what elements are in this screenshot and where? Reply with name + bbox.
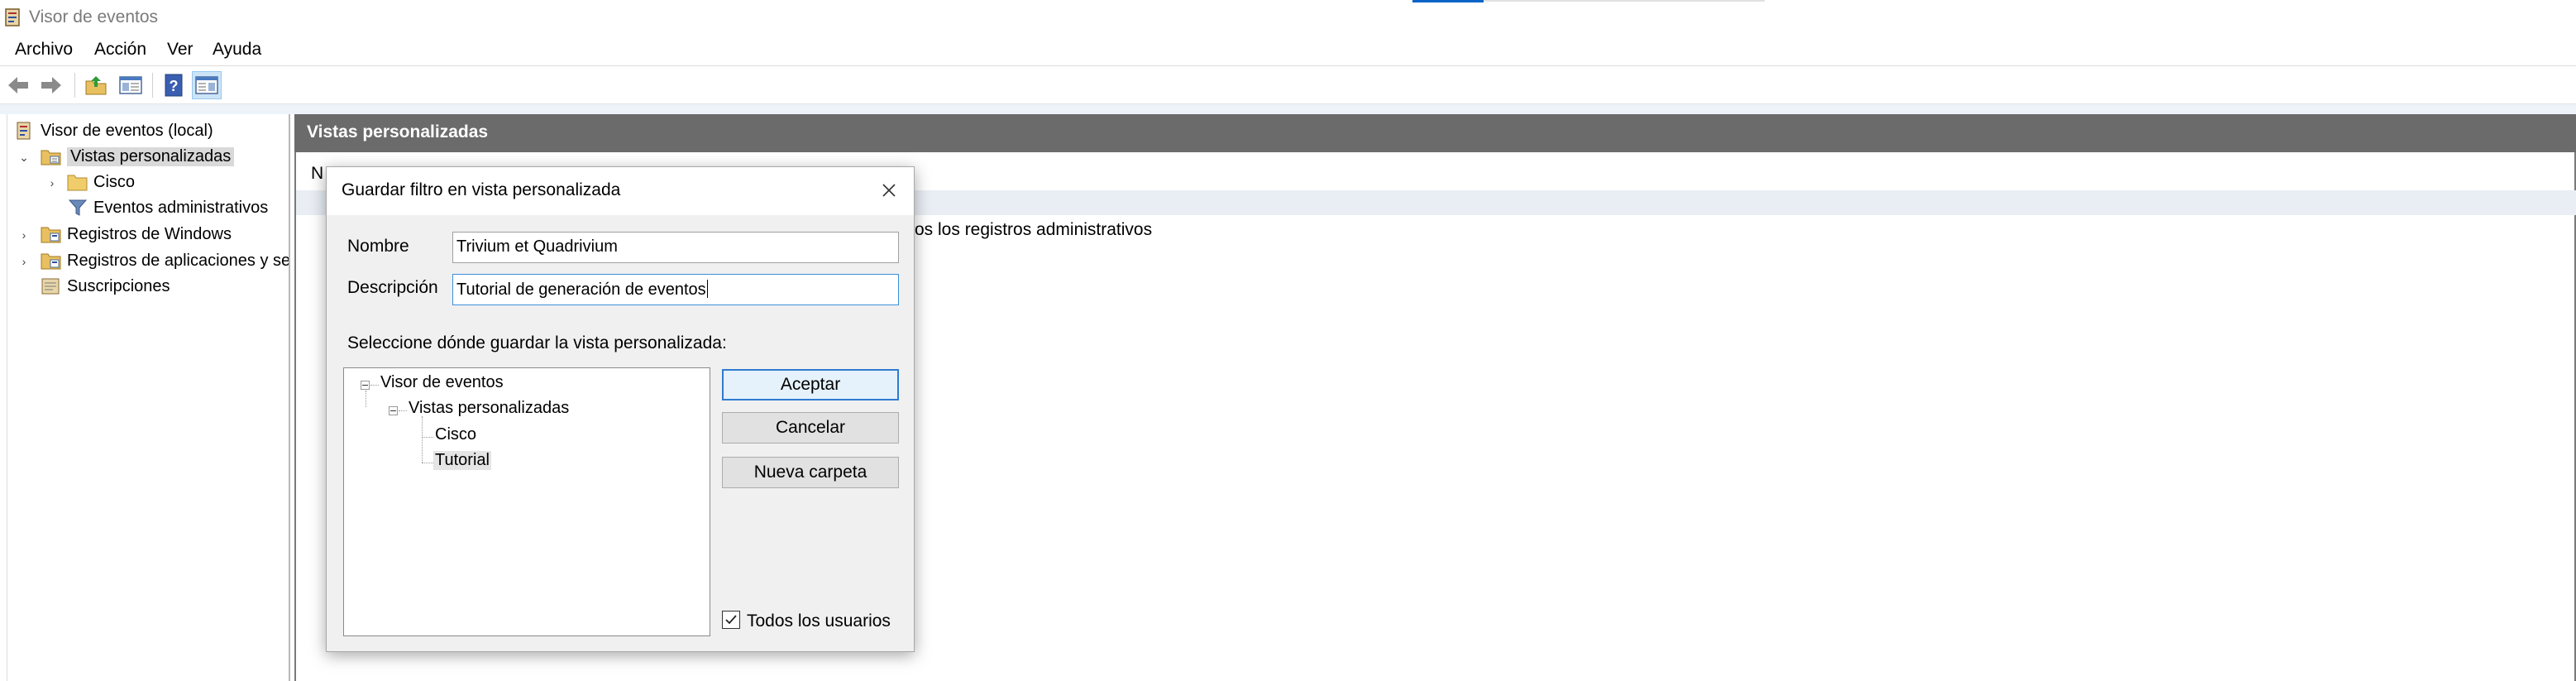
name-label: Nombre [347, 237, 409, 256]
all-users-label: Todos los usuarios [747, 611, 891, 631]
column-header[interactable]: N [311, 164, 323, 184]
title-bar: Visor de eventos [0, 0, 2576, 35]
subscriptions-icon [41, 276, 62, 296]
tree-connector [422, 437, 433, 438]
all-users-checkbox[interactable] [722, 611, 740, 629]
taskbar-accent [1412, 0, 1484, 2]
tree-item-eventos-administrativos[interactable]: Eventos administrativos [67, 195, 268, 220]
filter-icon [67, 198, 88, 218]
collapse-icon[interactable] [389, 406, 398, 415]
collapse-icon[interactable] [361, 381, 370, 390]
tree-item-label: Vistas personalizadas [67, 146, 235, 166]
folder-icon [67, 172, 88, 192]
location-tree-cisco[interactable]: Cisco [435, 425, 476, 444]
list-item-description[interactable]: os los registros administrativos [915, 220, 1152, 240]
location-tree-vistas-personalizadas[interactable]: Vistas personalizadas [409, 399, 569, 418]
toolbar-band [0, 104, 2576, 114]
menu-archivo[interactable]: Archivo [15, 40, 73, 60]
custom-views-folder-icon [41, 146, 62, 166]
tree-item-suscripciones[interactable]: Suscripciones [41, 274, 170, 299]
close-icon[interactable] [876, 177, 902, 204]
menu-ver[interactable]: Ver [167, 40, 194, 60]
windows-logs-folder-icon [41, 224, 62, 244]
description-field[interactable]: Tutorial de generación de eventos [452, 274, 899, 305]
save-filter-dialog: Guardar filtro en vista personalizada No… [326, 166, 915, 652]
tree-connector [370, 385, 379, 386]
forward-icon[interactable] [36, 71, 66, 99]
new-folder-button[interactable]: Nueva carpeta [722, 457, 899, 488]
toolbar: ? [0, 66, 2576, 104]
name-field-value: Trivium et Quadrivium [456, 237, 618, 256]
tree-item-registros-aplicaciones[interactable]: Registros de aplicaciones y se [41, 248, 289, 273]
tree-connector [422, 416, 423, 463]
app-logs-folder-icon [41, 251, 62, 271]
tree-item-label: Suscripciones [67, 276, 170, 295]
tree-item-label: Registros de aplicaciones y se [67, 251, 289, 270]
tree-item-root[interactable]: Visor de eventos (local) [14, 118, 213, 143]
tree-item-label: Registros de Windows [67, 224, 232, 243]
location-tree[interactable]: Visor de eventos Vistas personalizadas C… [343, 367, 710, 636]
tree-item-label: Eventos administrativos [93, 198, 269, 217]
menu-ayuda[interactable]: Ayuda [213, 40, 261, 60]
tree-item-label: Cisco [93, 172, 136, 191]
menu-bar: Archivo Acción Ver Ayuda [0, 35, 2576, 66]
tree-item-label: Visor de eventos (local) [41, 121, 213, 140]
cancel-button[interactable]: Cancelar [722, 412, 899, 444]
location-tree-tutorial[interactable]: Tutorial [433, 451, 491, 470]
description-label: Descripción [347, 278, 438, 297]
checkmark-icon [725, 615, 737, 625]
text-caret [706, 280, 708, 298]
dialog-title-bar: Guardar filtro en vista personalizada [327, 167, 914, 215]
up-folder-icon[interactable] [81, 71, 111, 99]
svg-text:?: ? [170, 78, 179, 94]
help-icon[interactable]: ? [159, 71, 189, 99]
description-field-value: Tutorial de generación de eventos [456, 281, 706, 299]
show-hide-console-tree-icon[interactable] [116, 71, 146, 99]
back-icon[interactable] [3, 71, 33, 99]
dialog-title: Guardar filtro en vista personalizada [342, 180, 621, 199]
chevron-right-icon[interactable]: › [45, 176, 59, 189]
chevron-right-icon[interactable]: › [17, 228, 31, 242]
chevron-down-icon[interactable]: ⌄ [17, 151, 31, 164]
location-prompt: Seleccione dónde guardar la vista person… [347, 333, 727, 352]
tree-item-registros-windows[interactable]: Registros de Windows [41, 222, 232, 247]
tree-item-vistas-personalizadas[interactable]: Vistas personalizadas [41, 144, 235, 169]
main-pane-header: Vistas personalizadas [294, 114, 2576, 152]
menu-accion[interactable]: Acción [94, 40, 146, 60]
console-tree: Visor de eventos (local) ⌄ Vistas person… [7, 114, 290, 681]
tree-item-cisco[interactable]: Cisco [67, 170, 135, 194]
location-tree-root[interactable]: Visor de eventos [380, 373, 504, 392]
event-viewer-app-icon [4, 7, 22, 27]
window-title: Visor de eventos [29, 7, 159, 26]
taskbar-strip [1484, 0, 1765, 2]
toolbar-separator [152, 73, 153, 98]
name-field[interactable]: Trivium et Quadrivium [452, 232, 899, 263]
show-hide-action-pane-icon[interactable] [192, 71, 222, 99]
chevron-right-icon[interactable]: › [17, 255, 31, 268]
toolbar-separator [74, 73, 75, 98]
event-viewer-icon [14, 121, 36, 141]
accept-button[interactable]: Aceptar [722, 369, 899, 400]
tree-connector [399, 410, 407, 411]
